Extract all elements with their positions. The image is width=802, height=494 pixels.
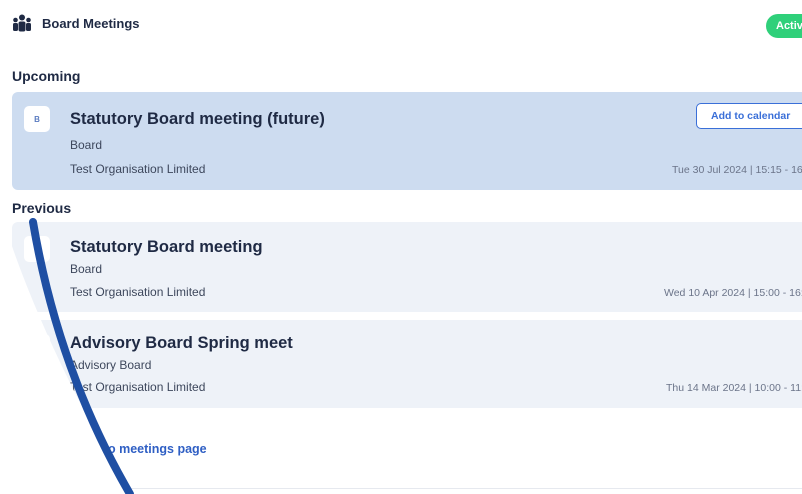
meetings-page-link[interactable]: Go to meetings page: [83, 442, 207, 456]
previous-meeting-card[interactable]: B Advisory Board Spring meet Advisory Bo…: [12, 320, 802, 408]
upcoming-heading: Upcoming: [12, 68, 81, 84]
meeting-date: Thu 14 Mar 2024 | 10:00 - 11:00: [666, 382, 802, 394]
meeting-badge: B: [24, 106, 50, 132]
footer-divider: [118, 488, 802, 489]
meeting-title[interactable]: Statutory Board meeting: [70, 238, 263, 257]
people-group-icon: [13, 14, 31, 32]
meeting-committee: Board: [70, 262, 103, 276]
previous-meeting-card[interactable]: B Statutory Board meeting Board Test Org…: [12, 222, 802, 312]
meeting-organisation: Test Organisation Limited: [70, 380, 206, 394]
meeting-organisation: Test Organisation Limited: [70, 285, 206, 299]
meeting-badge: B: [24, 236, 50, 262]
meeting-committee: Advisory Board: [70, 358, 152, 372]
meeting-date: Tue 30 Jul 2024 | 15:15 - 16:15: [672, 164, 802, 176]
panel-header: Board Meetings: [12, 14, 140, 32]
upcoming-meeting-card[interactable]: B Statutory Board meeting (future) Board…: [12, 92, 802, 190]
meeting-date: Wed 10 Apr 2024 | 15:00 - 16:00: [664, 287, 802, 299]
status-badge: Active: [766, 14, 802, 38]
meeting-badge: B: [24, 334, 50, 360]
meeting-committee: Board: [70, 138, 103, 152]
panel-title: Board Meetings: [42, 15, 140, 31]
meeting-organisation: Test Organisation Limited: [70, 162, 206, 176]
add-to-calendar-button[interactable]: Add to calendar: [696, 103, 802, 129]
meeting-title[interactable]: Statutory Board meeting (future): [70, 110, 325, 129]
meeting-title[interactable]: Advisory Board Spring meet: [70, 334, 293, 353]
previous-heading: Previous: [12, 200, 72, 216]
